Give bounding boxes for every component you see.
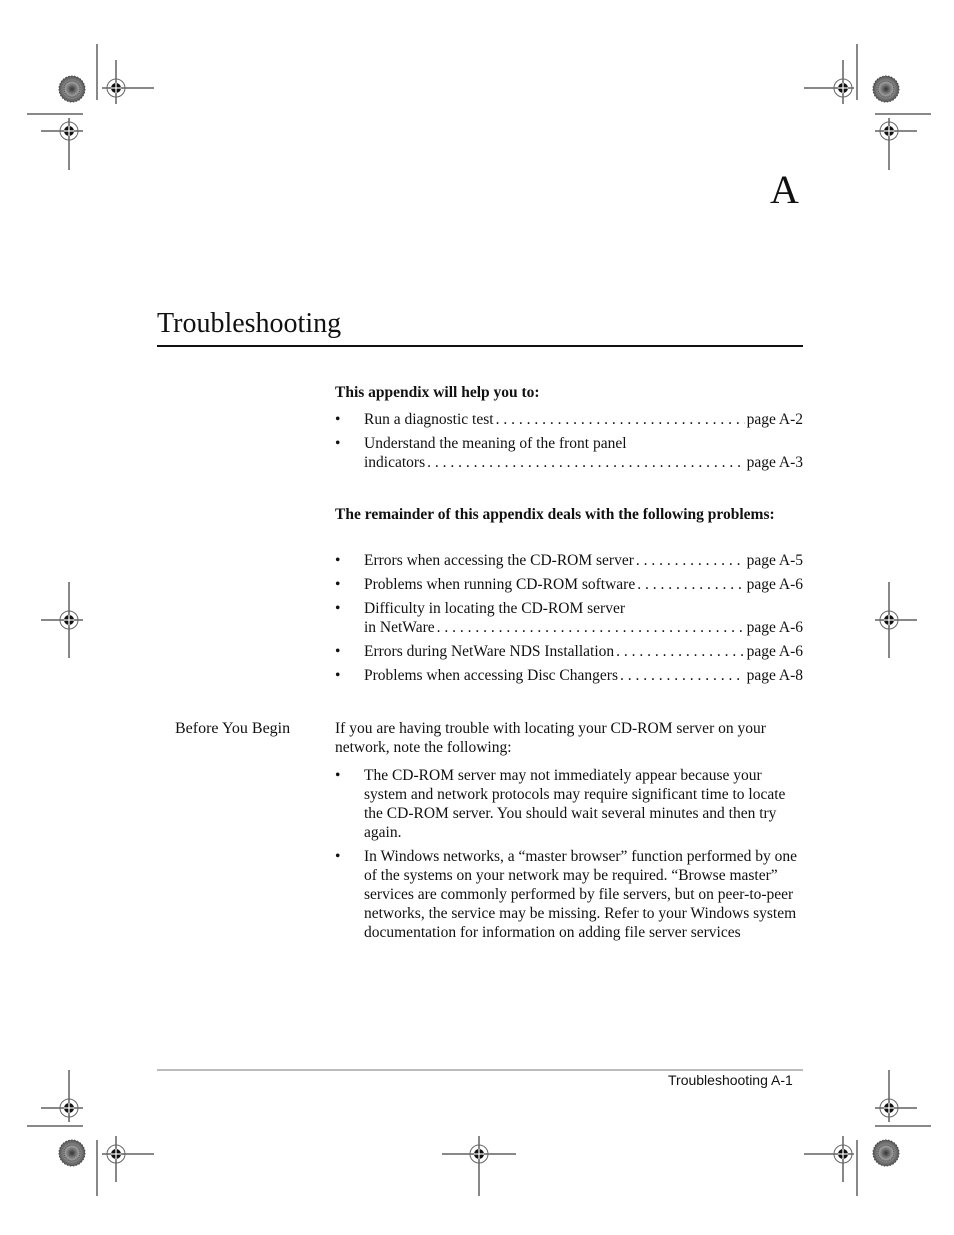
toc-entry-text: indicators	[364, 454, 426, 471]
help-list: • Run a diagnostic test page A-2 • Under…	[335, 410, 803, 477]
list-item: • Problems when accessing Disc Changers …	[335, 666, 803, 685]
toc-entry-text: Errors during NetWare NDS Installation	[364, 643, 615, 660]
toc-entry-text: in NetWare	[364, 619, 435, 636]
list-item: • Problems when running CD-ROM software …	[335, 575, 803, 594]
list-item: • In Windows networks, a “master browser…	[335, 847, 803, 942]
page-reference[interactable]: page A-3	[747, 453, 803, 472]
bullet-icon: •	[335, 435, 341, 452]
toc-entry-first-line: Understand the meaning of the front pane…	[364, 435, 627, 452]
list-item: • Errors during NetWare NDS Installation…	[335, 642, 803, 661]
page-footer: Troubleshooting A-1	[668, 1072, 793, 1088]
bullet-icon: •	[335, 848, 341, 865]
bullet-icon: •	[335, 767, 341, 784]
toc-entry[interactable]: Errors when accessing the CD-ROM server …	[364, 551, 803, 570]
notes-list: • The CD-ROM server may not immediately …	[335, 766, 803, 947]
toc-entry[interactable]: Run a diagnostic test page A-2	[364, 410, 803, 429]
toc-entry[interactable]: Problems when running CD-ROM software pa…	[364, 575, 803, 594]
toc-entry-first-line: Difficulty in locating the CD-ROM server	[364, 600, 626, 617]
bullet-icon: •	[335, 411, 341, 428]
list-item: • Difficulty in locating the CD-ROM serv…	[335, 599, 803, 637]
page-reference[interactable]: page A-6	[747, 618, 803, 637]
toc-entry[interactable]: indicators page A-3	[364, 453, 803, 472]
list-item: • Run a diagnostic test page A-2	[335, 410, 803, 429]
bullet-icon: •	[335, 667, 341, 684]
toc-entry-text: Problems when running CD-ROM software	[364, 576, 636, 593]
dot-leader	[437, 618, 745, 637]
page-reference[interactable]: page A-8	[747, 666, 803, 685]
toc-entry[interactable]: in NetWare page A-6	[364, 618, 803, 637]
bullet-icon: •	[335, 600, 341, 617]
bullet-icon: •	[335, 552, 341, 569]
toc-entry-text: Errors when accessing the CD-ROM server	[364, 552, 634, 569]
page-reference[interactable]: page A-6	[747, 575, 803, 594]
page-reference[interactable]: page A-2	[747, 410, 803, 429]
list-item: • Errors when accessing the CD-ROM serve…	[335, 551, 803, 570]
list-item-text: The CD-ROM server may not immediately ap…	[364, 767, 786, 841]
dot-leader	[616, 642, 744, 661]
toc-entry[interactable]: Errors during NetWare NDS Installation p…	[364, 642, 803, 661]
page-reference[interactable]: page A-5	[747, 551, 803, 570]
bullet-icon: •	[335, 643, 341, 660]
toc-entry[interactable]: Problems when accessing Disc Changers pa…	[364, 666, 803, 685]
list-item: • The CD-ROM server may not immediately …	[335, 766, 803, 842]
intro-paragraph: If you are having trouble with locating …	[335, 720, 766, 756]
list-item-text: In Windows networks, a “master browser” …	[364, 848, 797, 941]
toc-entry-text: Problems when accessing Disc Changers	[364, 667, 618, 684]
dot-leader	[496, 410, 745, 429]
section-heading-help: This appendix will help you to:	[335, 384, 540, 401]
title-divider	[157, 345, 803, 347]
side-heading-before-you-begin: Before You Begin	[175, 720, 291, 737]
bullet-icon: •	[335, 576, 341, 593]
chapter-letter: A	[770, 167, 799, 212]
dot-leader	[427, 453, 744, 472]
dot-leader	[637, 575, 744, 594]
page-reference[interactable]: page A-6	[747, 642, 803, 661]
page-title: Troubleshooting	[157, 308, 342, 339]
toc-entry-text: Run a diagnostic test	[364, 411, 494, 428]
problems-list: • Errors when accessing the CD-ROM serve…	[335, 551, 803, 690]
dot-leader	[636, 551, 745, 570]
section-heading-problems: The remainder of this appendix deals wit…	[335, 506, 775, 523]
dot-leader	[620, 666, 745, 685]
list-item: • Understand the meaning of the front pa…	[335, 434, 803, 472]
